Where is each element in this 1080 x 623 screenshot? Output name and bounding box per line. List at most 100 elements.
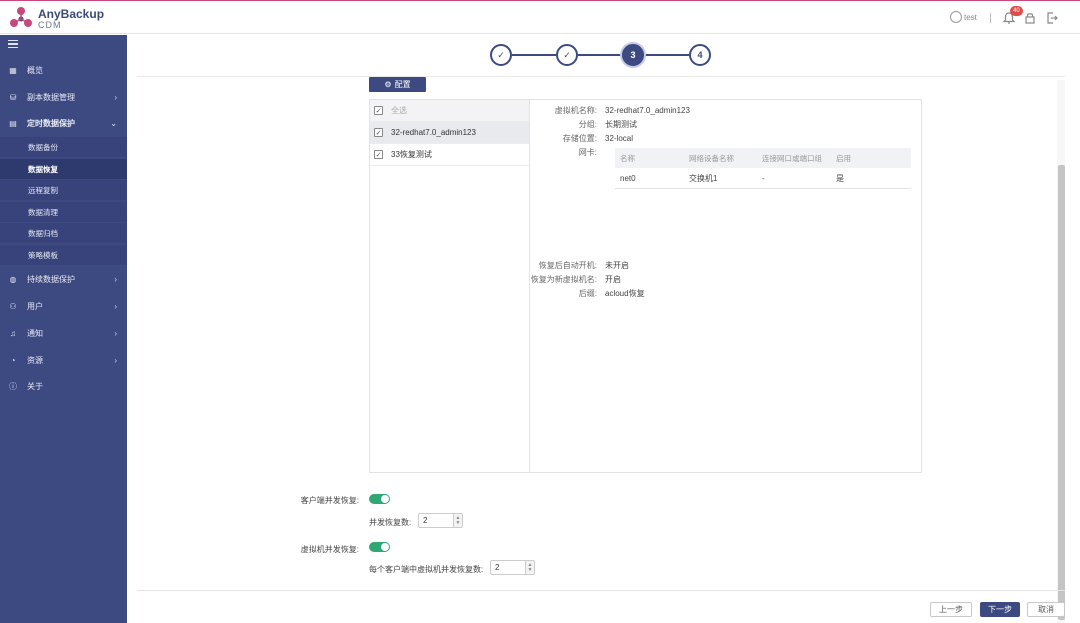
stepper-arrows-icon[interactable]: ▲ ▼ (525, 561, 534, 574)
chevron-right-icon: › (114, 274, 117, 284)
brand-name: AnyBackup (38, 7, 105, 21)
next-step-button[interactable]: 下一步 (980, 602, 1020, 617)
nic-table: 名称 网络设备名称 连接网口或端口组 启用 net0 交换机1 - 是 (615, 148, 911, 189)
client-concurrent-toggle[interactable] (369, 494, 390, 504)
detail-nic: 网卡: (578, 148, 597, 157)
info-icon: ⓘ (9, 381, 17, 391)
vm-name: 33恢复测试 (391, 150, 432, 159)
step-1-complete: ✓ (490, 44, 512, 66)
main-content: ✓ ✓ 3 4 ⚙ 配置 ✓ 全选 ✓ 32-redhat7.0_admin12… (127, 35, 1080, 623)
vm-list-item[interactable]: ✓ 33恢复测试 (370, 144, 529, 166)
sidebar-item-label: 持续数据保护 (27, 274, 75, 284)
restore-config-panel: ✓ 全选 ✓ 32-redhat7.0_admin123 ✓ 33恢复测试 虚拟… (369, 99, 922, 473)
sidebar-item-label: 资源 (27, 355, 43, 365)
vm-list-item[interactable]: ✓ 32-redhat7.0_admin123 (370, 122, 529, 144)
vm-checkbox[interactable]: ✓ (374, 128, 383, 137)
detail-vm-name: 虚拟机名称: 32-redhat7.0_admin123 (554, 106, 690, 115)
sidebar-subitem-restore[interactable]: 数据恢复 (0, 159, 127, 179)
sidebar-subitem-archive[interactable]: 数据归档 (0, 223, 127, 243)
select-all-label: 全选 (391, 106, 407, 115)
step-connector (578, 54, 622, 56)
top-header: AnyBackup CDM test 40 (0, 0, 1080, 34)
anybackup-logo-icon (10, 7, 32, 27)
per-client-count-stepper[interactable]: 2 ▲ ▼ (490, 560, 535, 575)
client-concurrent-label: 客户端并发恢复: (300, 496, 359, 505)
sidebar-item-label: 用户 (27, 301, 43, 311)
sidebar-item-overview[interactable]: ▦ 概览 (0, 61, 127, 79)
step-4: 4 (689, 44, 711, 66)
user-icon: ⚇ (9, 301, 17, 311)
step-2-complete: ✓ (556, 44, 578, 66)
sidebar-subitem-backup[interactable]: 数据备份 (0, 137, 127, 157)
detail-autostart: 恢复后自动开机: 未开启 (538, 261, 629, 270)
vm-name: 32-redhat7.0_admin123 (391, 128, 476, 137)
gear-icon: ⚙ (384, 80, 392, 89)
detail-suffix: 后缀: acloud恢复 (578, 289, 645, 298)
vm-concurrent-toggle[interactable] (369, 542, 390, 552)
concurrent-count-stepper[interactable]: 2 ▲ ▼ (418, 513, 463, 528)
sidebar-item-copy-data[interactable]: ⛁ 副本数据管理 › (0, 88, 127, 106)
stepper-arrows-icon[interactable]: ▲ ▼ (453, 514, 462, 527)
steps-divider (137, 76, 1065, 77)
config-button-label: 配置 (394, 80, 411, 89)
per-client-count-value: 2 (495, 563, 500, 572)
sidebar-item-scheduled-protection[interactable]: ▤ 定时数据保护 ⌄ (0, 114, 127, 132)
vm-concurrent-label: 虚拟机并发恢复: (300, 545, 359, 554)
detail-storage: 存储位置: 32-local (562, 134, 634, 143)
sidebar: ▦ 概览 ⛁ 副本数据管理 › ▤ 定时数据保护 ⌄ 数据备份 数据恢复 远程复… (0, 35, 127, 623)
vm-detail: 虚拟机名称: 32-redhat7.0_admin123 分组: 长期测试 存储… (530, 100, 922, 473)
lock-icon[interactable] (1023, 11, 1037, 25)
sidebar-item-label: 概览 (27, 65, 43, 75)
sidebar-item-label: 通知 (27, 328, 43, 338)
notification-badge: 40 (1010, 6, 1023, 16)
detail-group: 分组: 长期测试 (578, 120, 637, 129)
step-connector (512, 54, 556, 56)
prev-step-button[interactable]: 上一步 (930, 602, 972, 617)
sidebar-subitem-policy-template[interactable]: 策略模板 (0, 245, 127, 265)
scrollbar-thumb[interactable] (1058, 165, 1065, 620)
select-all-row[interactable]: ✓ 全选 (370, 100, 529, 122)
bell-icon: ♫ (10, 328, 16, 338)
archive-icon: ▤ (9, 118, 17, 128)
vm-list: ✓ 全选 ✓ 32-redhat7.0_admin123 ✓ 33恢复测试 (370, 100, 530, 473)
config-button[interactable]: ⚙ 配置 (369, 77, 426, 92)
sidebar-item-about[interactable]: ⓘ 关于 (0, 377, 127, 395)
brand-subtitle: CDM (38, 20, 62, 30)
logout-icon[interactable] (1045, 11, 1059, 25)
chevron-right-icon: › (114, 328, 117, 338)
user-menu[interactable]: test (950, 11, 977, 23)
chevron-right-icon: › (114, 355, 117, 365)
user-avatar-icon (950, 11, 962, 23)
per-client-count-label: 每个客户端中虚拟机并发恢复数: (369, 565, 484, 574)
cancel-button[interactable]: 取消 (1027, 602, 1065, 617)
chevron-right-icon: › (114, 301, 117, 311)
sidebar-item-label: 关于 (27, 381, 43, 391)
footer-divider (137, 590, 1065, 591)
detail-new-vm: 恢复为新虚拟机名: 开启 (530, 275, 621, 284)
menu-toggle-icon[interactable] (8, 40, 18, 48)
database-icon: ⛁ (9, 92, 17, 102)
sidebar-subitem-cleanup[interactable]: 数据清理 (0, 202, 127, 222)
sidebar-item-notifications[interactable]: ♫ 通知 › (0, 324, 127, 342)
concurrent-count-label: 并发恢复数: (369, 518, 412, 527)
select-all-checkbox[interactable]: ✓ (374, 106, 383, 115)
sidebar-item-label: 定时数据保护 (27, 118, 75, 128)
sidebar-item-continuous-protection[interactable]: ◍ 持续数据保护 › (0, 270, 127, 288)
vm-checkbox[interactable]: ✓ (374, 150, 383, 159)
header-divider (990, 13, 991, 23)
concurrent-count-value: 2 (423, 516, 428, 525)
chevron-down-icon: ⌄ (110, 118, 117, 128)
globe-icon: ◍ (9, 274, 17, 284)
sidebar-item-label: 副本数据管理 (27, 92, 75, 102)
pie-icon: ◔ (10, 355, 16, 365)
nic-table-header: 名称 网络设备名称 连接网口或端口组 启用 (615, 148, 911, 168)
chevron-right-icon: › (114, 92, 117, 102)
table-row: net0 交换机1 - 是 (615, 168, 911, 189)
username: test (964, 12, 977, 22)
step-3-current: 3 (622, 44, 644, 66)
grid-icon: ▦ (9, 65, 17, 75)
sidebar-item-resources[interactable]: ◔ 资源 › (0, 351, 127, 369)
sidebar-subitem-replication[interactable]: 远程复制 (0, 180, 127, 200)
sidebar-item-users[interactable]: ⚇ 用户 › (0, 297, 127, 315)
step-connector (644, 54, 689, 56)
